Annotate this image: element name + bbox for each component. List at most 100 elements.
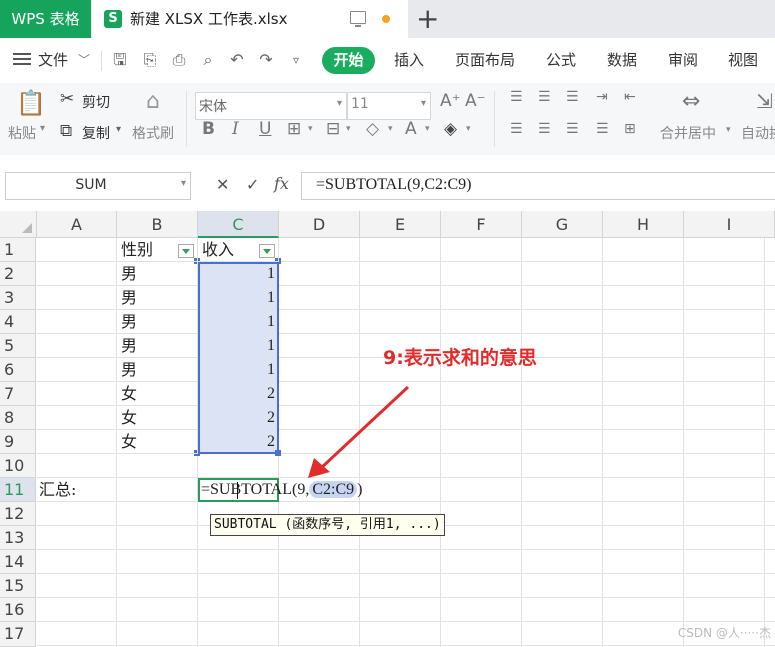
tab-view[interactable]: 视图 [728,38,758,83]
cell-b[interactable]: 男 [117,358,198,382]
font-color-icon[interactable]: A [405,119,417,139]
cell-c[interactable]: 1 [198,286,279,310]
cell-b[interactable]: 男 [117,310,198,334]
cell-style-icon[interactable]: ⊟ [326,119,340,139]
cell-c[interactable]: 2 [198,382,279,406]
column-header[interactable]: B [117,211,198,238]
save-icon[interactable]: 🖫 [111,51,129,69]
align-center-icon[interactable]: ☰ [538,121,551,137]
cancel-icon[interactable]: ✕ [216,175,229,194]
copy-button[interactable]: 复制 [82,123,110,143]
justify-icon[interactable]: ☰ [596,121,609,137]
print-icon[interactable]: ⎙ [170,51,188,69]
column-header-active[interactable]: C [198,211,279,238]
tab-formulas[interactable]: 公式 [546,38,576,83]
decrease-font-icon[interactable]: A⁻ [465,91,486,111]
row-header[interactable]: 16 [0,598,36,622]
paste-button[interactable]: 粘贴 [8,123,36,143]
paste-dropdown-icon[interactable]: ▾ [40,123,45,134]
row-header[interactable]: 10 [0,454,36,478]
scissors-icon[interactable]: ✂ [60,89,74,109]
tab-insert[interactable]: 插入 [394,38,424,83]
cell-b[interactable]: 男 [117,262,198,286]
function-fx-icon[interactable]: fx [274,174,289,193]
row-header[interactable]: 2 [0,262,36,286]
copy-icon[interactable]: ⧉ [60,121,72,141]
copy-dropdown-icon[interactable]: ▾ [116,124,121,135]
cell-c[interactable]: 2 [198,430,279,454]
cell-c11-editor[interactable]: =SUBTOTAL(9, C2:C9) [201,478,362,502]
column-header[interactable]: E [360,211,441,238]
align-middle-icon[interactable]: ☰ [538,89,551,105]
hamburger-icon[interactable] [13,50,31,68]
align-left-icon[interactable]: ☰ [510,121,523,137]
monitor-icon[interactable] [350,11,366,27]
name-box[interactable]: SUM ▾ [5,172,191,200]
column-header[interactable]: I [684,211,775,238]
row-header-active[interactable]: 11 [0,478,36,502]
new-tab-plus-icon[interactable]: + [416,3,439,35]
print-preview-icon[interactable]: ⌕ [199,51,217,69]
cell-c[interactable]: 1 [198,358,279,382]
row-header[interactable]: 12 [0,502,36,526]
cell-b[interactable]: 女 [117,382,198,406]
cell-style-dropdown-icon[interactable]: ▾ [346,124,351,134]
export-pdf-icon[interactable]: ⎘ [141,51,159,69]
outdent-icon[interactable]: ⇤ [624,89,636,105]
row-header[interactable]: 8 [0,406,36,430]
column-header[interactable]: H [603,211,684,238]
formula-input[interactable]: =SUBTOTAL(9,C2:C9) [301,172,775,200]
row-header[interactable]: 15 [0,574,36,598]
redo-icon[interactable]: ↷ [257,51,275,69]
spreadsheet-grid[interactable]: A B C D E F G H I 1 2 3 4 5 6 7 8 9 10 1… [0,211,775,647]
clear-dropdown-icon[interactable]: ▾ [466,124,471,134]
cell-b[interactable]: 女 [117,430,198,454]
format-painter-button[interactable]: 格式刷 [132,123,174,143]
row-header[interactable]: 1 [0,238,36,262]
undo-icon[interactable]: ↶ [228,51,246,69]
font-name-select[interactable]: 宋体 ▾ [195,92,347,120]
cell-c[interactable]: 1 [198,334,279,358]
cell-c[interactable]: 1 [198,310,279,334]
merge-dropdown-icon[interactable]: ▾ [726,125,731,135]
bold-icon[interactable]: B [202,119,215,139]
select-all-corner[interactable] [0,211,37,238]
paste-icon[interactable]: 📋 [16,89,46,117]
fill-color-icon[interactable]: ◇ [366,119,379,139]
distributed-icon[interactable]: ⊞ [624,121,636,137]
wps-home-tab[interactable]: WPS 表格 [0,0,91,38]
column-header[interactable]: F [441,211,522,238]
cell-c[interactable]: 1 [198,262,279,286]
wrap-text-icon[interactable]: ⇲ [756,89,773,113]
increase-font-icon[interactable]: A⁺ [440,91,461,111]
wrap-text-button[interactable]: 自动换 [741,123,775,143]
fill-dropdown-icon[interactable]: ▾ [388,124,393,134]
row-header[interactable]: 14 [0,550,36,574]
cell-b[interactable]: 男 [117,286,198,310]
row-header[interactable]: 13 [0,526,36,550]
filter-dropdown-icon[interactable] [259,244,275,258]
row-header[interactable]: 9 [0,430,36,454]
filter-dropdown-icon[interactable] [178,244,194,258]
tab-page-layout[interactable]: 页面布局 [455,38,515,83]
tab-start[interactable]: 开始 [322,47,375,74]
italic-icon[interactable]: I [232,119,239,139]
row-header[interactable]: 7 [0,382,36,406]
row-header[interactable]: 4 [0,310,36,334]
align-right-icon[interactable]: ☰ [566,121,579,137]
column-header[interactable]: G [522,211,603,238]
border-dropdown-icon[interactable]: ▾ [308,124,313,134]
merge-center-icon[interactable]: ⇔ [682,89,700,114]
font-color-dropdown-icon[interactable]: ▾ [425,124,430,134]
cell-b[interactable]: 男 [117,334,198,358]
cut-button[interactable]: 剪切 [82,92,110,112]
merge-center-button[interactable]: 合并居中 [660,123,716,143]
brush-icon[interactable]: ⌂ [146,89,160,114]
row-header[interactable]: 17 [0,622,36,647]
row-header[interactable]: 3 [0,286,36,310]
customize-dropdown-icon[interactable]: ▿ [287,51,305,69]
underline-icon[interactable]: U [259,119,271,139]
file-menu[interactable]: 文件 [38,38,68,83]
align-bottom-icon[interactable]: ☰ [566,89,579,105]
tab-data[interactable]: 数据 [607,38,637,83]
